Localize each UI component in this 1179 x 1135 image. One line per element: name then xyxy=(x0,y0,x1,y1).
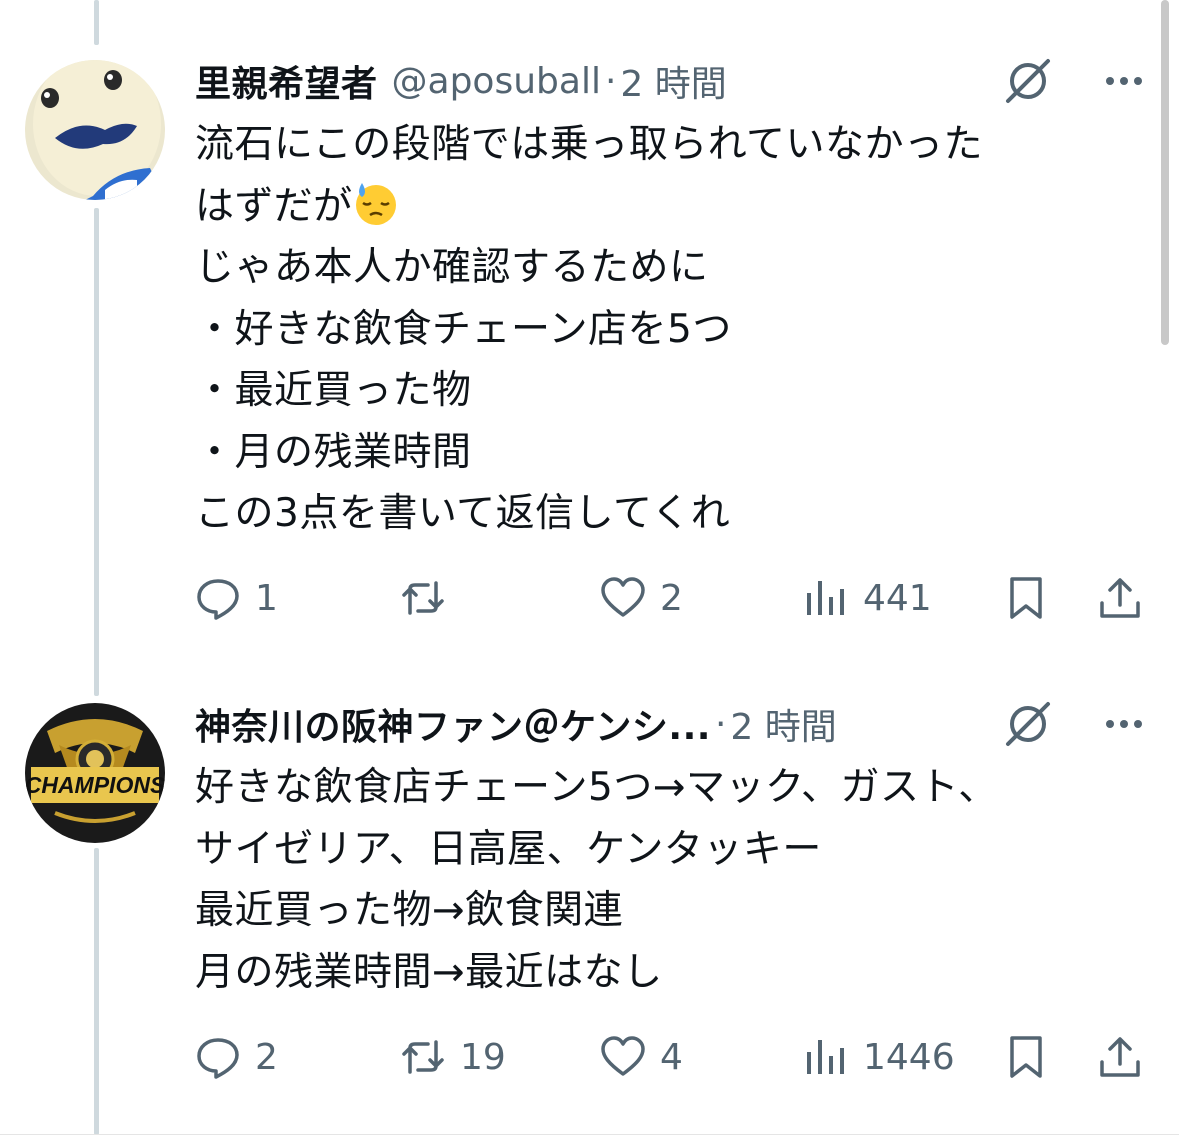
views-button[interactable]: 441 xyxy=(803,568,932,628)
reply-button[interactable]: 2 xyxy=(195,1027,278,1087)
scrollbar[interactable] xyxy=(1161,0,1169,345)
tweet-text: 好きな飲食店チェーン5つ→マック、ガスト、 サイゼリア、日高屋、ケンタッキー 最… xyxy=(195,765,998,995)
bookmark-icon xyxy=(1010,577,1042,619)
display-name[interactable]: 神奈川の阪神ファン＠ケンシ... xyxy=(195,698,711,750)
like-count: 2 xyxy=(660,577,683,619)
like-button[interactable]: 2 xyxy=(600,568,683,628)
tweet-header: 神奈川の阪神ファン＠ケンシ... · 2 時間 xyxy=(195,693,1149,755)
timestamp[interactable]: 2 時間 xyxy=(730,698,836,750)
bookmark-button[interactable] xyxy=(1003,568,1049,628)
reply-icon xyxy=(197,1038,239,1079)
avatar-text: CHAMPIONS xyxy=(25,772,165,798)
retweet-button[interactable]: 19 xyxy=(400,1027,506,1087)
share-button[interactable] xyxy=(1097,1027,1143,1087)
tweet-text-part-1: 流石にこの段階では乗っ取られていなかった はずだが xyxy=(195,122,984,229)
views-icon xyxy=(807,581,844,615)
reply-icon xyxy=(197,579,239,620)
retweet-button[interactable] xyxy=(400,568,460,628)
user-handle[interactable]: @aposuball xyxy=(392,61,601,102)
separator: · xyxy=(714,703,727,745)
thread-line-bottom xyxy=(94,848,99,1135)
tweet-text-part-2: じゃあ本人か確認するために ・好きな飲食チェーン店を5つ ・最近買った物 ・月の… xyxy=(195,245,732,536)
more-icon[interactable] xyxy=(1099,56,1149,106)
like-button[interactable]: 4 xyxy=(600,1027,683,1087)
views-count: 1446 xyxy=(863,1036,955,1078)
retweet-icon xyxy=(402,1040,444,1074)
avatar[interactable]: CHAMPIONS xyxy=(25,703,165,843)
separator: · xyxy=(604,60,617,102)
reply-count: 2 xyxy=(255,1036,278,1078)
share-icon xyxy=(1100,1037,1140,1077)
downcast-face-with-sweat-icon xyxy=(355,182,396,225)
tweet-text: 流石にこの段階では乗っ取られていなかった はずだが じゃあ本人か確認するために … xyxy=(195,114,1149,545)
more-icon[interactable] xyxy=(1099,699,1149,749)
grok-icon[interactable] xyxy=(1003,699,1053,749)
views-button[interactable]: 1446 xyxy=(803,1027,955,1087)
thread-line-top xyxy=(94,0,99,45)
share-button[interactable] xyxy=(1097,568,1143,628)
like-count: 4 xyxy=(660,1036,683,1078)
avatar[interactable] xyxy=(25,60,165,200)
bookmark-button[interactable] xyxy=(1003,1027,1049,1087)
reply-count: 1 xyxy=(255,577,278,619)
reply-button[interactable]: 1 xyxy=(195,568,278,628)
tweet-actions: 2 19 4 1446 xyxy=(195,1027,1149,1087)
views-icon xyxy=(807,1040,844,1074)
display-name[interactable]: 里親希望者 xyxy=(195,55,378,107)
bookmark-icon xyxy=(1010,1036,1042,1078)
share-icon xyxy=(1100,578,1140,618)
thread-line-between xyxy=(94,208,99,696)
tweet-actions: 1 2 441 xyxy=(195,568,1149,628)
retweet-count: 19 xyxy=(460,1036,506,1078)
retweet-icon xyxy=(402,581,444,615)
like-icon xyxy=(601,1036,645,1076)
views-count: 441 xyxy=(863,577,932,619)
tweet-header: 里親希望者 @aposuball · 2 時間 xyxy=(195,50,1149,112)
grok-icon[interactable] xyxy=(1003,56,1053,106)
like-icon xyxy=(601,577,645,617)
timestamp[interactable]: 2 時間 xyxy=(620,55,726,107)
